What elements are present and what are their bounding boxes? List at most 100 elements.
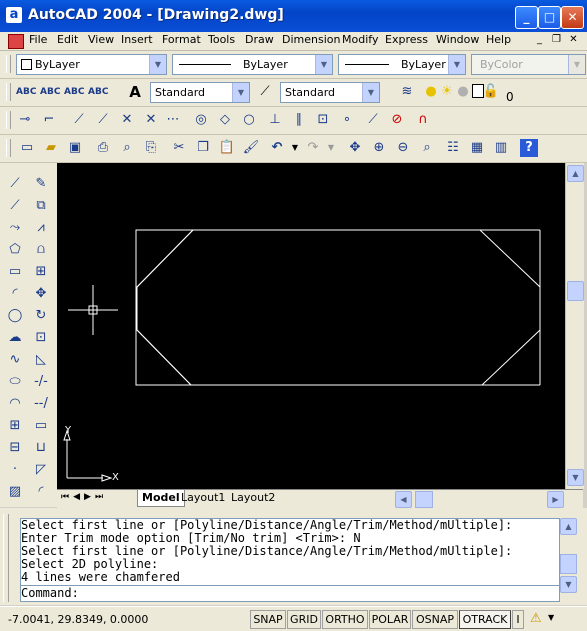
menu-dimension[interactable]: Dimension [282, 33, 340, 46]
find-text-icon[interactable]: ABC [40, 83, 60, 101]
toolbar-grip[interactable] [6, 83, 11, 101]
temp-tracking-icon[interactable]: ⊸ [16, 111, 34, 129]
command-input[interactable]: Command: [20, 585, 560, 602]
hatch-icon[interactable]: ▨ [6, 483, 24, 501]
point-icon[interactable]: · [6, 461, 24, 479]
tab-layout2[interactable]: Layout2 [227, 490, 279, 506]
make-block-icon[interactable]: ⊟ [6, 439, 24, 457]
polar-toggle[interactable]: POLAR [369, 610, 411, 629]
pan-icon[interactable]: ✥ [346, 139, 364, 157]
snap-center-icon[interactable]: ◎ [192, 111, 210, 129]
menu-draw[interactable]: Draw [245, 33, 274, 46]
arc-icon[interactable]: ◜ [6, 285, 24, 303]
toolbar-grip[interactable] [6, 139, 11, 157]
autocad-app-icon[interactable]: a [6, 7, 22, 23]
text-style-combo[interactable]: Standard ▼ [150, 82, 250, 103]
osnap-toggle[interactable]: OSNAP [412, 610, 458, 629]
mirror-icon[interactable]: ⩘ [32, 219, 50, 237]
maximize-button[interactable]: □ [538, 6, 561, 29]
lineweight-combo[interactable]: ByLayer ▼ [338, 54, 466, 75]
spell-check-icon[interactable]: ABC [16, 83, 36, 101]
hscroll-thumb[interactable] [415, 491, 433, 508]
text-fit-icon[interactable]: ABC [88, 83, 108, 101]
chevron-down-icon[interactable]: ▼ [448, 55, 465, 74]
zoom-realtime-icon[interactable]: ⊕ [370, 139, 388, 157]
tab-layout1[interactable]: Layout1 [177, 490, 229, 506]
vp-freeze-icon[interactable]: ● [454, 83, 472, 101]
properties-icon[interactable]: ☷ [444, 139, 462, 157]
snap-parallel-icon[interactable]: ∥ [290, 111, 308, 129]
vertical-scrollbar[interactable]: ▲ ▼ [565, 163, 584, 489]
command-window-grip[interactable] [3, 514, 9, 602]
snap-node-icon[interactable]: ∘ [338, 111, 356, 129]
drawing-canvas[interactable]: Y X [57, 163, 565, 489]
coordinate-readout[interactable]: -7.0041, 29.8349, 0.0000 [8, 613, 148, 626]
match-properties-icon[interactable]: 🖌 [242, 139, 260, 157]
doc-restore-icon[interactable]: ❐ [549, 34, 564, 47]
grid-toggle[interactable]: GRID [287, 610, 321, 629]
lock-icon[interactable]: 🔓 [482, 83, 500, 101]
menu-format[interactable]: Format [162, 33, 201, 46]
help-icon[interactable]: ? [520, 139, 538, 157]
snap-perpendicular-icon[interactable]: ⊥ [266, 111, 284, 129]
snap-tangent-icon[interactable]: ○ [240, 111, 258, 129]
spline-icon[interactable]: ∿ [6, 351, 24, 369]
scroll-down-icon[interactable]: ▼ [567, 469, 584, 486]
toolbar-grip[interactable] [6, 55, 11, 73]
chevron-down-icon[interactable]: ▼ [232, 83, 249, 102]
doc-minimize-icon[interactable]: _ [532, 34, 547, 47]
toolbar-grip[interactable] [6, 111, 11, 129]
menu-tools[interactable]: Tools [208, 33, 235, 46]
paste-icon[interactable]: 📋 [218, 139, 236, 157]
construction-line-icon[interactable]: ⟋ [6, 197, 24, 215]
scroll-down-icon[interactable]: ▼ [560, 576, 577, 593]
snap-from-icon[interactable]: ⌐ [40, 111, 58, 129]
chevron-down-icon[interactable]: ▼ [149, 55, 166, 74]
menu-insert[interactable]: Insert [121, 33, 153, 46]
scroll-up-icon[interactable]: ▲ [560, 518, 577, 535]
snap-intersection-icon[interactable]: ✕ [118, 111, 136, 129]
scroll-right-icon[interactable]: ▶ [547, 491, 564, 508]
plot-icon[interactable]: ⎙ [94, 139, 112, 157]
copy-object-icon[interactable]: ⧉ [32, 197, 50, 215]
match-text-icon[interactable]: ABC [64, 83, 84, 101]
zoom-previous-icon[interactable]: ⌕ [418, 139, 436, 157]
rotate-icon[interactable]: ↻ [32, 307, 50, 325]
scroll-left-icon[interactable]: ◀ [395, 491, 412, 508]
chamfered-rectangle[interactable] [135, 229, 195, 386]
doc-close-icon[interactable]: ✕ [566, 34, 581, 47]
chamfer-icon[interactable]: ◸ [32, 461, 50, 479]
join-icon[interactable]: ⊔ [32, 439, 50, 457]
snap-none-icon[interactable]: ⊘ [388, 111, 406, 129]
zoom-window-icon[interactable]: ⊖ [394, 139, 412, 157]
menu-view[interactable]: View [88, 33, 114, 46]
stretch-icon[interactable]: ◺ [32, 351, 50, 369]
snap-quadrant-icon[interactable]: ◇ [216, 111, 234, 129]
chamfered-polyline[interactable] [136, 229, 541, 386]
lwt-toggle[interactable]: I [512, 610, 524, 629]
copy-icon[interactable]: ❐ [194, 139, 212, 157]
break-icon[interactable]: ▭ [32, 417, 50, 435]
undo-icon[interactable]: ↶ [268, 139, 286, 157]
warning-icon[interactable]: ⚠ [530, 611, 542, 626]
snap-apparent-intersection-icon[interactable]: ✕ [142, 111, 160, 129]
otrack-toggle[interactable]: OTRACK [459, 610, 511, 629]
undo-dropdown-icon[interactable]: ▼ [286, 139, 304, 157]
chevron-down-icon[interactable]: ▼ [315, 55, 332, 74]
snap-extension-icon[interactable]: ⋯ [164, 111, 182, 129]
tool-palettes-icon[interactable]: ▥ [492, 139, 510, 157]
menu-edit[interactable]: Edit [57, 33, 78, 46]
snap-midpoint-icon[interactable]: ⟋ [94, 111, 112, 129]
tray-menu-icon[interactable]: ▼ [548, 613, 554, 622]
plot-preview-icon[interactable]: ⌕ [118, 139, 136, 157]
layer-value[interactable]: 0 [506, 90, 514, 104]
trim-icon[interactable]: -/- [32, 373, 50, 391]
dim-style-icon[interactable]: ⟋ [256, 83, 274, 101]
menu-modify[interactable]: Modify [342, 33, 378, 46]
scroll-up-icon[interactable]: ▲ [567, 165, 584, 182]
close-button[interactable]: ✕ [561, 6, 584, 29]
ellipse-arc-icon[interactable]: ◠ [6, 395, 24, 413]
minimize-button[interactable]: _ [515, 6, 538, 29]
tab-nav-arrows-icon[interactable]: ⏮◀▶⏭ [61, 492, 107, 502]
open-icon[interactable]: ▰ [42, 139, 60, 157]
